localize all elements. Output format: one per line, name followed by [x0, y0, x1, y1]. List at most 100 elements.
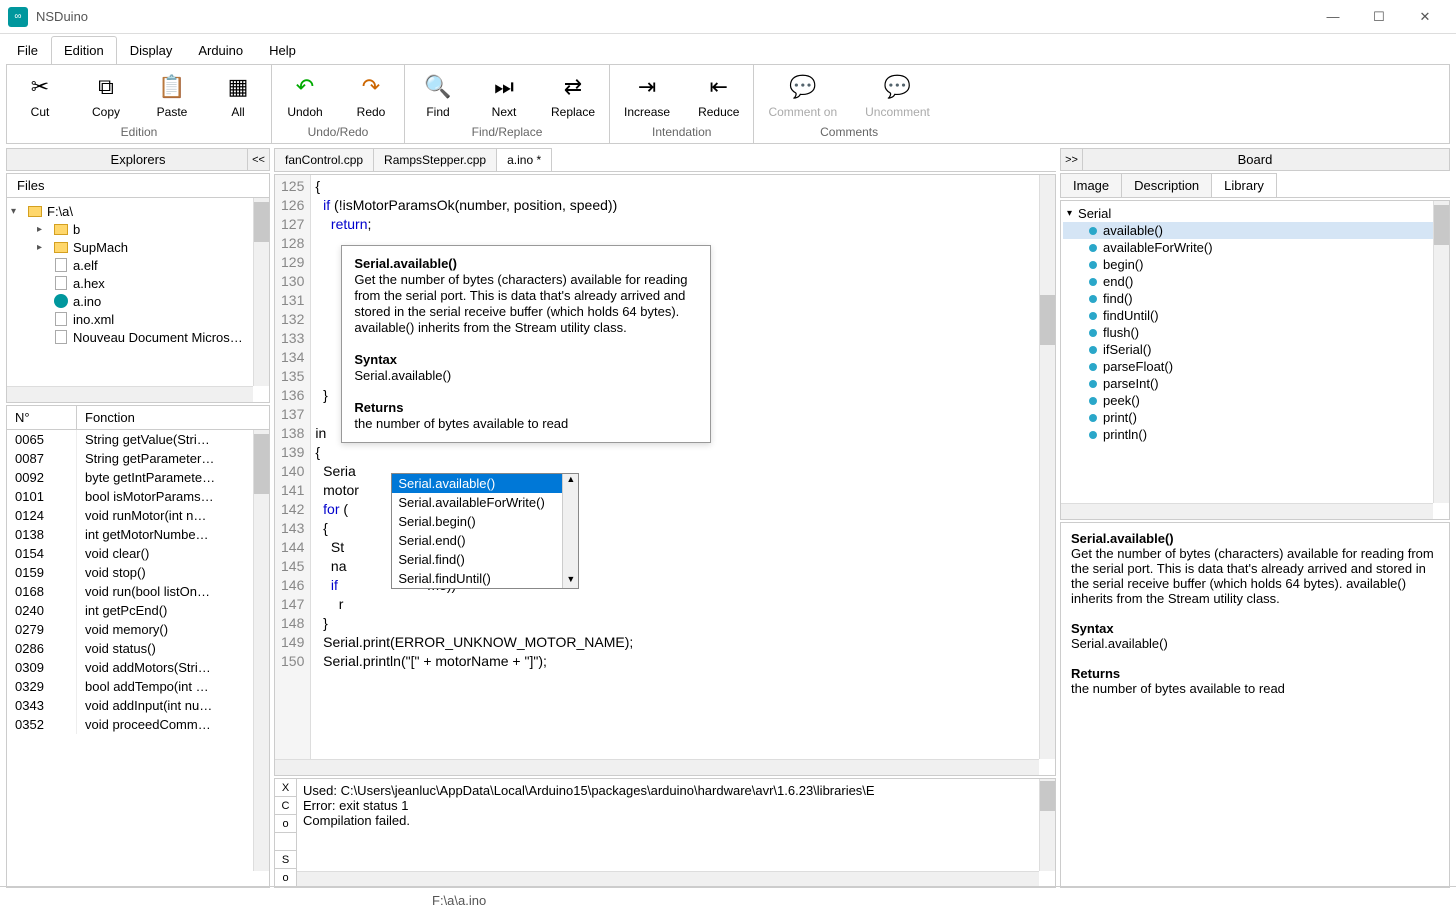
copy-button[interactable]: ⧉Copy: [81, 69, 131, 121]
board-expand-button[interactable]: >>: [1061, 149, 1083, 170]
output-body[interactable]: Used: C:\Users\jeanluc\AppData\Local\Ard…: [297, 779, 1055, 887]
output-side-btn[interactable]: X: [275, 779, 296, 797]
tree-item[interactable]: a.hex: [9, 274, 267, 292]
function-row[interactable]: 0240int getPcEnd(): [7, 601, 269, 620]
next-button[interactable]: ⏭Next: [479, 69, 529, 121]
replace-button[interactable]: ⇄Replace: [545, 69, 601, 121]
function-row[interactable]: 0168void run(bool listOn…: [7, 582, 269, 601]
board-tab-library[interactable]: Library: [1211, 173, 1277, 197]
library-item[interactable]: availableForWrite(): [1063, 239, 1447, 256]
menu-edition[interactable]: Edition: [51, 36, 117, 64]
library-item[interactable]: print(): [1063, 409, 1447, 426]
tree-item[interactable]: ▸b: [9, 220, 267, 238]
file-tree[interactable]: ▾F:\a\ ▸b▸SupMacha.elfa.hexa.inoino.xmlN…: [7, 198, 269, 402]
library-scroll-v[interactable]: [1433, 201, 1449, 503]
library-item[interactable]: println(): [1063, 426, 1447, 443]
editor-tab[interactable]: fanControl.cpp: [274, 148, 374, 171]
indent-increase-button[interactable]: ⇥Increase: [618, 69, 676, 121]
library-item[interactable]: parseFloat(): [1063, 358, 1447, 375]
function-row[interactable]: 0343void addInput(int nu…: [7, 696, 269, 715]
autocomplete-popup[interactable]: Serial.available()Serial.availableForWri…: [391, 473, 579, 589]
library-item[interactable]: flush(): [1063, 324, 1447, 341]
library-scroll-h[interactable]: [1061, 503, 1433, 519]
output-side-btn[interactable]: [275, 833, 296, 851]
autocomplete-item[interactable]: Serial.available(): [392, 474, 562, 493]
board-tab-image[interactable]: Image: [1060, 173, 1122, 197]
tree-item[interactable]: ino.xml: [9, 310, 267, 328]
autocomplete-item[interactable]: Serial.findUntil(): [392, 569, 562, 588]
minimize-button[interactable]: —: [1310, 2, 1356, 32]
tree-root[interactable]: ▾F:\a\: [9, 202, 267, 220]
library-item[interactable]: findUntil(): [1063, 307, 1447, 324]
autocomplete-item[interactable]: Serial.begin(): [392, 512, 562, 531]
output-side-btn[interactable]: C: [275, 797, 296, 815]
tree-item[interactable]: a.elf: [9, 256, 267, 274]
autocomplete-scroll[interactable]: ▲ ▼: [562, 474, 578, 588]
function-row[interactable]: 0159void stop(): [7, 563, 269, 582]
output-side-btn[interactable]: o: [275, 815, 296, 833]
functions-col-name[interactable]: Fonction: [77, 406, 269, 429]
function-row[interactable]: 0065String getValue(Stri…: [7, 430, 269, 449]
file-tree-scroll-h[interactable]: [7, 386, 253, 402]
function-row[interactable]: 0087String getParameter…: [7, 449, 269, 468]
editor-tab[interactable]: RampsStepper.cpp: [373, 148, 497, 171]
function-row[interactable]: 0329bool addTempo(int …: [7, 677, 269, 696]
editor-code-area[interactable]: { if (!isMotorParamsOk(number, position,…: [311, 175, 1055, 775]
output-side-btn[interactable]: o: [275, 869, 296, 887]
function-row[interactable]: 0101bool isMotorParams…: [7, 487, 269, 506]
menu-help[interactable]: Help: [256, 36, 309, 64]
tree-item[interactable]: a.ino: [9, 292, 267, 310]
function-row[interactable]: 0154void clear(): [7, 544, 269, 563]
redo-button[interactable]: ↷Redo: [346, 69, 396, 121]
maximize-button[interactable]: ☐: [1356, 2, 1402, 32]
library-item[interactable]: find(): [1063, 290, 1447, 307]
autocomplete-item[interactable]: Serial.end(): [392, 531, 562, 550]
autocomplete-item[interactable]: Serial.availableForWrite(): [392, 493, 562, 512]
menu-arduino[interactable]: Arduino: [185, 36, 256, 64]
library-item[interactable]: parseInt(): [1063, 375, 1447, 392]
function-row[interactable]: 0279void memory(): [7, 620, 269, 639]
cut-button[interactable]: ✂Cut: [15, 69, 65, 121]
comment-on-button[interactable]: 💬Comment on: [762, 69, 843, 121]
function-row[interactable]: 0124void runMotor(int n…: [7, 506, 269, 525]
functions-scroll-v[interactable]: [253, 430, 269, 871]
functions-col-number[interactable]: N°: [7, 406, 77, 429]
library-item[interactable]: begin(): [1063, 256, 1447, 273]
find-button[interactable]: 🔍Find: [413, 69, 463, 121]
output-scroll-v[interactable]: [1039, 779, 1055, 871]
select-all-button[interactable]: ▦All: [213, 69, 263, 121]
close-button[interactable]: ✕: [1402, 2, 1448, 32]
library-item[interactable]: peek(): [1063, 392, 1447, 409]
menu-file[interactable]: File: [4, 36, 51, 64]
autocomplete-item[interactable]: Serial.find(): [392, 550, 562, 569]
file-tree-scroll-v[interactable]: [253, 198, 269, 386]
tree-item[interactable]: Nouveau Document Micros…: [9, 328, 267, 346]
library-item[interactable]: ifSerial(): [1063, 341, 1447, 358]
function-row[interactable]: 0352void proceedComm…: [7, 715, 269, 734]
explorers-collapse-button[interactable]: <<: [247, 149, 269, 170]
output-side-buttons[interactable]: XCoSo: [275, 779, 297, 887]
tree-item[interactable]: ▸SupMach: [9, 238, 267, 256]
undo-button[interactable]: ↶Undoh: [280, 69, 330, 121]
function-row[interactable]: 0138int getMotorNumbe…: [7, 525, 269, 544]
editor-tab[interactable]: a.ino *: [496, 148, 552, 171]
indent-reduce-button[interactable]: ⇤Reduce: [692, 69, 745, 121]
output-side-btn[interactable]: S: [275, 851, 296, 869]
function-row[interactable]: 0286void status(): [7, 639, 269, 658]
functions-list[interactable]: 0065String getValue(Stri…0087String getP…: [7, 430, 269, 887]
library-item[interactable]: available(): [1063, 222, 1447, 239]
output-scroll-h[interactable]: [297, 871, 1039, 887]
uncomment-button[interactable]: 💬Uncomment: [859, 69, 936, 121]
function-row[interactable]: 0309void addMotors(Stri…: [7, 658, 269, 677]
library-tree[interactable]: ▾Serial available()availableForWrite()be…: [1060, 200, 1450, 520]
files-tab[interactable]: Files: [7, 174, 269, 198]
board-tab-description[interactable]: Description: [1121, 173, 1212, 197]
library-item[interactable]: end(): [1063, 273, 1447, 290]
paste-button[interactable]: 📋Paste: [147, 69, 197, 121]
menu-display[interactable]: Display: [117, 36, 186, 64]
function-row[interactable]: 0092byte getIntParamete…: [7, 468, 269, 487]
editor-scroll-v[interactable]: [1039, 175, 1055, 759]
code-editor[interactable]: 1251261271281291301311321331341351361371…: [274, 174, 1056, 776]
library-root[interactable]: ▾Serial: [1063, 205, 1447, 222]
editor-scroll-h[interactable]: [275, 759, 1039, 775]
